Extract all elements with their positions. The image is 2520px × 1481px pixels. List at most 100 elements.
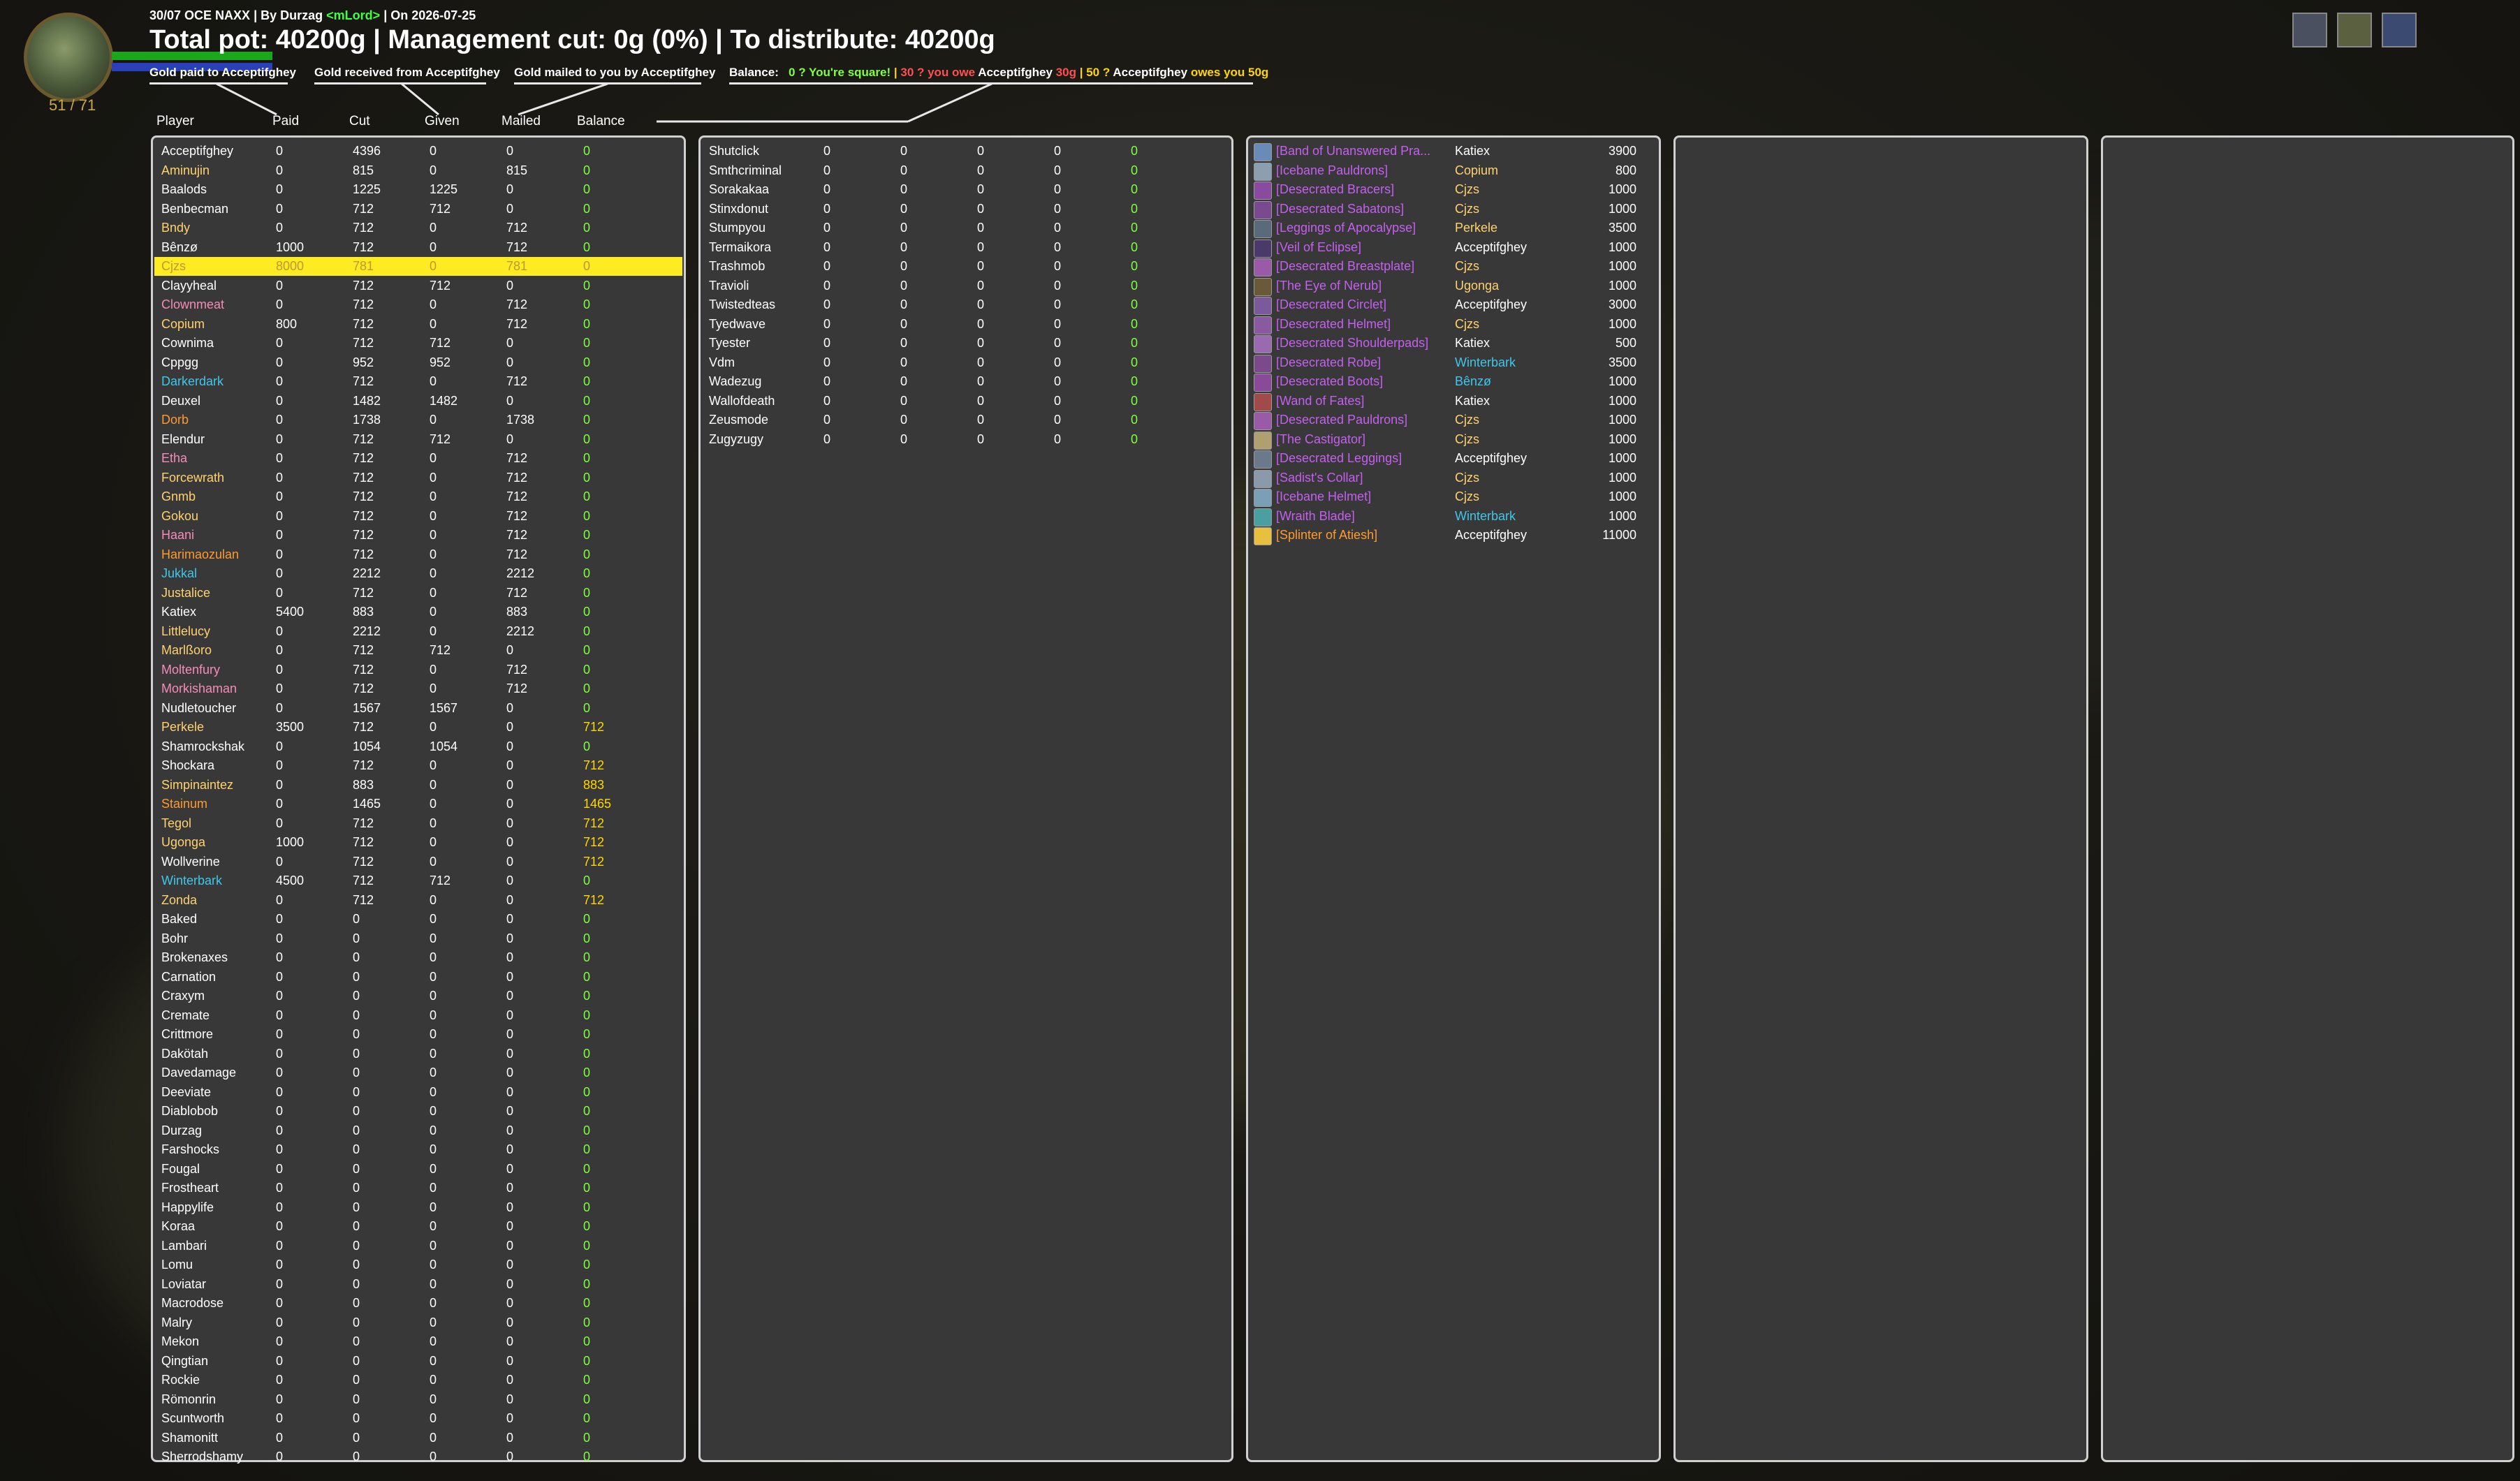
item-icon[interactable] <box>1254 182 1272 200</box>
player-row[interactable]: Bohr 0 0 0 0 0 <box>154 929 682 948</box>
player-list-panel[interactable]: Acceptifghey 0 4396 0 0 0 Aminujin 0 815 0 815 0 Baa… <box>151 135 686 1464</box>
item-icon[interactable] <box>1254 220 1272 238</box>
loot-row[interactable]: [The Castigator] Cjzs 1000 <box>1250 430 1657 450</box>
player-row[interactable]: Smthcriminal 0 0 0 0 0 <box>702 161 1230 180</box>
player-row[interactable]: Mekon 0 0 0 0 0 <box>154 1332 682 1351</box>
player-row[interactable]: Justalice 0 712 0 712 0 <box>154 584 682 603</box>
player-row[interactable]: Baked 0 0 0 0 0 <box>154 910 682 929</box>
player-row[interactable]: Elendur 0 712 712 0 0 <box>154 430 682 449</box>
player-row[interactable]: Darkerdark 0 712 0 712 0 <box>154 372 682 391</box>
item-icon[interactable] <box>1254 258 1272 277</box>
player-row[interactable]: Gokou 0 712 0 712 0 <box>154 507 682 526</box>
player-row[interactable]: Perkele 3500 712 0 0 712 <box>154 718 682 737</box>
player-row[interactable]: Malry 0 0 0 0 0 <box>154 1313 682 1332</box>
player-row[interactable]: Acceptifghey 0 4396 0 0 0 <box>154 142 682 161</box>
player-row[interactable]: Shamonitt 0 0 0 0 0 <box>154 1429 682 1447</box>
player-row[interactable]: Wollverine 0 712 0 0 712 <box>154 853 682 871</box>
player-row[interactable]: Stumpyou 0 0 0 0 0 <box>702 219 1230 237</box>
loot-row[interactable]: [Wand of Fates] Katiex 1000 <box>1250 392 1657 411</box>
player-row[interactable]: Zonda 0 712 0 0 712 <box>154 891 682 910</box>
player-row[interactable]: Etha 0 712 0 712 0 <box>154 449 682 468</box>
item-icon[interactable] <box>1254 335 1272 353</box>
player-row[interactable]: Winterbark 4500 712 712 0 0 <box>154 871 682 890</box>
player-row[interactable]: Lomu 0 0 0 0 0 <box>154 1255 682 1274</box>
player-row[interactable]: Römonrin 0 0 0 0 0 <box>154 1390 682 1409</box>
item-icon[interactable] <box>1254 431 1272 450</box>
item-icon[interactable] <box>1254 297 1272 315</box>
player-row[interactable]: Diablobob 0 0 0 0 0 <box>154 1102 682 1121</box>
loot-row[interactable]: [The Eye of Nerub] Ugonga 1000 <box>1250 277 1657 296</box>
player-row[interactable]: Jukkal 0 2212 0 2212 0 <box>154 564 682 583</box>
player-row[interactable]: Fougal 0 0 0 0 0 <box>154 1160 682 1179</box>
player-row[interactable]: Koraa 0 0 0 0 0 <box>154 1217 682 1236</box>
player-row[interactable]: Gnmb 0 712 0 712 0 <box>154 487 682 506</box>
player-row[interactable]: Scuntworth 0 0 0 0 0 <box>154 1409 682 1428</box>
player-row[interactable]: Clayyheal 0 712 712 0 0 <box>154 277 682 295</box>
loot-row[interactable]: [Desecrated Boots] Bênzø 1000 <box>1250 372 1657 392</box>
item-icon[interactable] <box>1254 239 1272 258</box>
item-icon[interactable] <box>1254 508 1272 526</box>
item-icon[interactable] <box>1254 354 1272 373</box>
player-row[interactable]: Tyedwave 0 0 0 0 0 <box>702 315 1230 334</box>
player-row[interactable]: Happylife 0 0 0 0 0 <box>154 1198 682 1217</box>
player-row[interactable]: Shockara 0 712 0 0 712 <box>154 756 682 775</box>
player-row[interactable]: Benbecman 0 712 712 0 0 <box>154 200 682 219</box>
player-row[interactable]: Zugyzugy 0 0 0 0 0 <box>702 430 1230 449</box>
player-row[interactable]: Bndy 0 712 0 712 0 <box>154 219 682 237</box>
player-row[interactable]: Morkishaman 0 712 0 712 0 <box>154 679 682 698</box>
player-row[interactable]: Brokenaxes 0 0 0 0 0 <box>154 948 682 967</box>
loot-list-panel[interactable]: [Band of Unanswered Pra... Katiex 3900 [Ice… <box>1246 135 1661 1462</box>
player-row[interactable]: Cppgg 0 952 952 0 0 <box>154 353 682 372</box>
item-icon[interactable] <box>1254 412 1272 430</box>
player-row[interactable]: Cownima 0 712 712 0 0 <box>154 334 682 353</box>
loot-row[interactable]: [Icebane Pauldrons] Copium 800 <box>1250 161 1657 181</box>
player-row[interactable]: Littlelucy 0 2212 0 2212 0 <box>154 622 682 641</box>
player-row[interactable]: Loviatar 0 0 0 0 0 <box>154 1275 682 1294</box>
player-row[interactable]: Deeviate 0 0 0 0 0 <box>154 1083 682 1102</box>
item-icon[interactable] <box>1254 392 1272 411</box>
buff-icon[interactable] <box>2382 13 2417 47</box>
item-icon[interactable] <box>1254 316 1272 334</box>
player-row[interactable]: Bênzø 1000 712 0 712 0 <box>154 238 682 257</box>
player-row[interactable]: Trashmob 0 0 0 0 0 <box>702 257 1230 276</box>
item-icon[interactable] <box>1254 527 1272 545</box>
player-row[interactable]: Shamrockshak 0 1054 1054 0 0 <box>154 737 682 756</box>
player-row[interactable]: Baalods 0 1225 1225 0 0 <box>154 180 682 199</box>
player-row[interactable]: Cremate 0 0 0 0 0 <box>154 1006 682 1025</box>
item-icon[interactable] <box>1254 200 1272 219</box>
item-icon[interactable] <box>1254 162 1272 181</box>
loot-row[interactable]: [Icebane Helmet] Cjzs 1000 <box>1250 487 1657 507</box>
loot-row[interactable]: [Desecrated Pauldrons] Cjzs 1000 <box>1250 411 1657 430</box>
player-row[interactable]: Ugonga 1000 712 0 0 712 <box>154 833 682 852</box>
player-row[interactable]: Travioli 0 0 0 0 0 <box>702 277 1230 295</box>
player-row[interactable]: Tyester 0 0 0 0 0 <box>702 334 1230 353</box>
loot-row[interactable]: [Veil of Eclipse] Acceptifghey 1000 <box>1250 238 1657 258</box>
player-row[interactable]: Aminujin 0 815 0 815 0 <box>154 161 682 180</box>
loot-row[interactable]: [Wraith Blade] Winterbark 1000 <box>1250 507 1657 526</box>
loot-row[interactable]: [Splinter of Atiesh] Acceptifghey 11000 <box>1250 526 1657 545</box>
player-row[interactable]: Wadezug 0 0 0 0 0 <box>702 372 1230 391</box>
player-row[interactable]: Marlßoro 0 712 712 0 0 <box>154 641 682 660</box>
player-row[interactable]: Haani 0 712 0 712 0 <box>154 526 682 545</box>
loot-row[interactable]: [Desecrated Shoulderpads] Katiex 500 <box>1250 334 1657 353</box>
item-icon[interactable] <box>1254 469 1272 488</box>
player-row[interactable]: Sherrodshamy 0 0 0 0 0 <box>154 1447 682 1466</box>
player-row[interactable]: Clownmeat 0 712 0 712 0 <box>154 295 682 314</box>
loot-row[interactable]: [Desecrated Bracers] Cjzs 1000 <box>1250 180 1657 200</box>
player-row[interactable]: Nudletoucher 0 1567 1567 0 0 <box>154 699 682 718</box>
loot-row[interactable]: [Desecrated Helmet] Cjzs 1000 <box>1250 315 1657 334</box>
player-row[interactable]: Rockie 0 0 0 0 0 <box>154 1371 682 1390</box>
player-row[interactable]: Sorakakaa 0 0 0 0 0 <box>702 180 1230 199</box>
player-row[interactable]: Copium 800 712 0 712 0 <box>154 315 682 334</box>
player-row[interactable]: Stinxdonut 0 0 0 0 0 <box>702 200 1230 219</box>
player-row[interactable]: Cjzs 8000 781 0 781 0 <box>154 257 682 276</box>
player-row[interactable]: Carnation 0 0 0 0 0 <box>154 968 682 987</box>
player-row[interactable]: Macrodose 0 0 0 0 0 <box>154 1294 682 1313</box>
player-row[interactable]: Moltenfury 0 712 0 712 0 <box>154 661 682 679</box>
player-row[interactable]: Lambari 0 0 0 0 0 <box>154 1237 682 1255</box>
player-row[interactable]: Qingtian 0 0 0 0 0 <box>154 1352 682 1371</box>
loot-row[interactable]: [Desecrated Breastplate] Cjzs 1000 <box>1250 257 1657 277</box>
player-row[interactable]: Durzag 0 0 0 0 0 <box>154 1121 682 1140</box>
player-row[interactable]: Frostheart 0 0 0 0 0 <box>154 1179 682 1198</box>
player-row[interactable]: Farshocks 0 0 0 0 0 <box>154 1140 682 1159</box>
